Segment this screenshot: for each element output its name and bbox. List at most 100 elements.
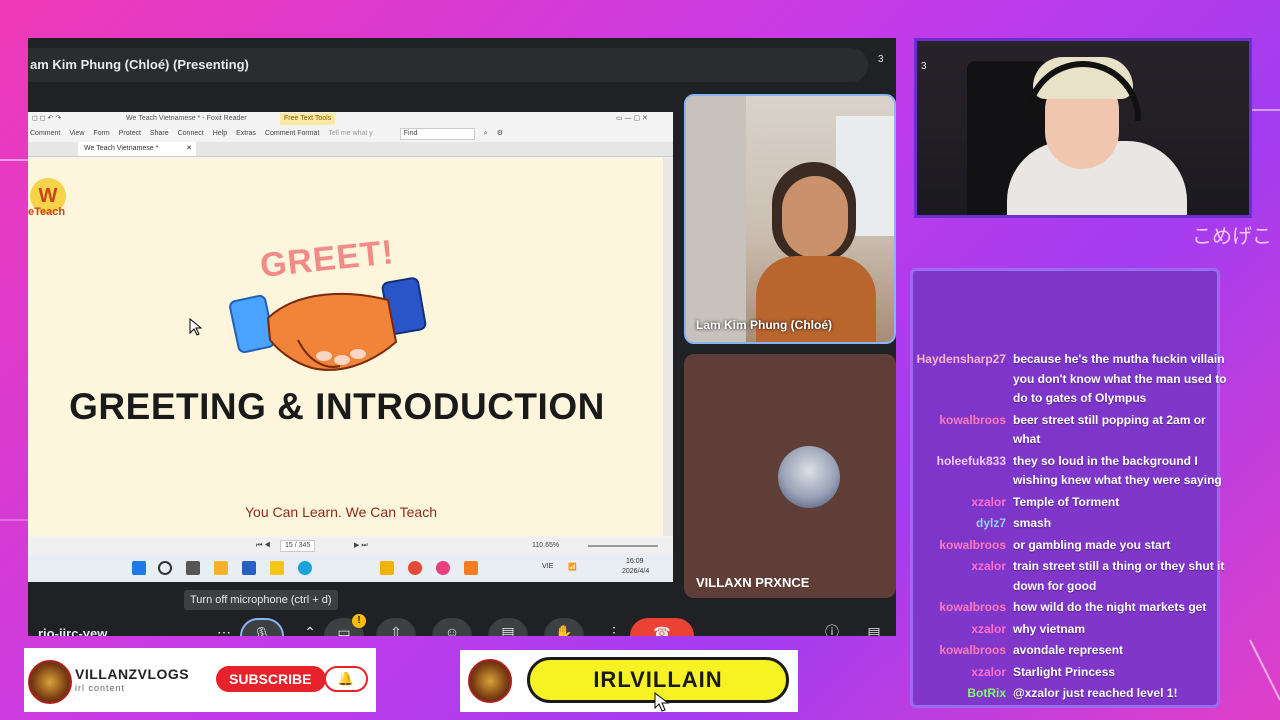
windows-taskbar: VIE 📶 16:09 2026/4/4 [28, 554, 673, 582]
raise-hand-button[interactable]: ✋ [544, 618, 584, 636]
menu-item-tell-me[interactable]: Tell me what y [328, 126, 372, 142]
info-icon[interactable]: ⓘ [812, 618, 852, 636]
taskbar-date[interactable]: 2026/4/4 [622, 568, 649, 575]
slide-title: GREETING & INTRODUCTION [69, 386, 605, 427]
chat-message: xzalor train street still a thing or they… [914, 557, 1234, 596]
foxit-statusbar: ⏮ ◀ 15 / 345 ▶ ⏭ 110.65% [28, 538, 673, 554]
microphone-button[interactable]: 🎙 [240, 618, 284, 636]
more-options-icon[interactable]: ⋮ [594, 618, 634, 636]
next-page-icon[interactable]: ▶ ⏭ [354, 538, 368, 554]
document-tab[interactable]: We Teach Vietnamese * ✕ [78, 142, 196, 156]
chat-username[interactable]: kowalbroos [914, 411, 1006, 430]
menu-item-view[interactable]: View [69, 126, 84, 142]
brand-name: VILLANZVLOGS [75, 666, 190, 682]
chat-username[interactable]: dylz7 [914, 514, 1006, 533]
wifi-icon[interactable]: 📶 [568, 563, 577, 571]
chat-icon[interactable]: ▤ [854, 618, 894, 636]
close-icon[interactable]: ✕ [186, 142, 192, 156]
captions-button[interactable]: ▤ [488, 618, 528, 636]
weteach-logo-text: eTeach [28, 206, 66, 218]
menu-item-help[interactable]: Help [213, 126, 227, 142]
chat-message: xzalor Temple of Torment [914, 493, 1234, 513]
chat-message: xzalor why vietnam [914, 620, 1234, 640]
presenting-label: am Kim Phung (Chloé) (Presenting) [30, 57, 249, 72]
chat-username[interactable]: kowalbroos [914, 598, 1006, 617]
chat-text: or gambling made you start [1013, 537, 1171, 552]
chat-username[interactable]: xzalor [914, 620, 1006, 639]
menu-item-share[interactable]: Share [150, 126, 169, 142]
menu-item-comment[interactable]: Comment [30, 126, 60, 142]
foxit-menubar: Comment View Form Protect Share Connect … [28, 126, 673, 142]
guest-tile[interactable]: VILLAXN PRXNCE [684, 354, 896, 598]
word-icon[interactable] [242, 561, 256, 575]
zoom-slider[interactable] [588, 545, 658, 547]
menu-item-extras[interactable]: Extras [236, 126, 256, 142]
search-icon[interactable] [158, 561, 172, 575]
chat-username[interactable]: BotRix [914, 684, 1006, 703]
avatar [778, 446, 840, 508]
slide: W eTeach GREET! GREETING & INTRODUCTION … [28, 158, 663, 536]
chat-text: beer street still popping at 2am or what [1013, 412, 1206, 447]
mouse-cursor-icon [654, 692, 670, 712]
meeting-code: rio-iirc-yew [38, 626, 108, 636]
window-controls[interactable]: ▭ — ▢ ✕ [616, 112, 648, 126]
subscribe-button[interactable]: SUBSCRIBE [216, 666, 326, 692]
bell-icon[interactable]: 🔔 [324, 666, 368, 692]
presenter-tile[interactable]: Lam Kim Phung (Chloé) [684, 94, 896, 344]
villain-logo [28, 660, 72, 704]
menu-item-connect[interactable]: Connect [178, 126, 204, 142]
store-icon[interactable] [214, 561, 228, 575]
chat-username[interactable]: xzalor [914, 493, 1006, 512]
prev-page-icon[interactable]: ⏮ ◀ [256, 538, 271, 554]
menu-item-form[interactable]: Form [93, 126, 109, 142]
document-tab-label: We Teach Vietnamese * [84, 145, 159, 152]
settings-icon[interactable]: ⚙ [497, 126, 503, 142]
brand-subtitle: irl content [75, 683, 126, 693]
chat-text: Starlight Princess [1013, 664, 1116, 679]
chat-username[interactable]: kowalbroos [914, 536, 1006, 555]
page-indicator[interactable]: 15 / 345 [280, 540, 316, 552]
chat-message: xzalor Starlight Princess [914, 663, 1234, 683]
slide-tagline: You Can Learn. We Can Teach [245, 504, 437, 520]
chat-username[interactable]: kowalbroos [914, 641, 1006, 660]
emoji-button[interactable]: ☺ [432, 618, 472, 636]
app-icon[interactable] [436, 561, 450, 575]
foxit-icon[interactable] [464, 561, 478, 575]
mouse-cursor-icon [189, 318, 203, 336]
present-button[interactable]: ⇧ [376, 618, 416, 636]
presenter-name: Lam Kim Phung (Chloé) [696, 318, 832, 332]
brand-banner: VILLANZVLOGS irl content SUBSCRIBE 🔔 [24, 648, 376, 712]
participant-count: 3 [878, 54, 884, 65]
chat-text: Temple of Torment [1013, 494, 1120, 509]
edge-icon[interactable] [298, 561, 312, 575]
chat-message: kowalbroos or gambling made you start [914, 536, 1234, 556]
leave-call-button[interactable]: ☎ [630, 618, 694, 636]
quick-access-icons: ◻ ◻ ↶ ↷ [32, 115, 62, 122]
handle-banner: IRLVILLAIN [460, 650, 798, 712]
find-input[interactable]: Find [399, 128, 475, 140]
slide-scrollbar[interactable] [663, 158, 673, 536]
chat-username[interactable]: holeefuk833 [914, 452, 1006, 471]
presenter-face [782, 176, 848, 258]
chat-username[interactable]: xzalor [914, 663, 1006, 682]
chrome-icon[interactable] [408, 561, 422, 575]
menu-item-comment-format[interactable]: Comment Format [265, 126, 319, 142]
language-indicator[interactable]: VIE [542, 563, 553, 570]
search-icon[interactable]: ⌕ [484, 126, 488, 142]
chat-text: because he's the mutha fuckin villain yo… [1013, 352, 1227, 405]
zoom-level[interactable]: 110.65% [532, 538, 559, 554]
folder-icon[interactable] [380, 561, 394, 575]
meet-window: am Kim Phung (Chloé) (Presenting) 3 ◻ ◻ … [28, 38, 896, 636]
chat-text: they so loud in the background I wishing… [1013, 453, 1222, 488]
chat-message: kowalbroos avondale represent [914, 641, 1234, 661]
chat-username[interactable]: Haydensharp27 [914, 350, 1006, 369]
foxit-window-title: We Teach Vietnamese * - Foxit Reader [126, 115, 247, 122]
taskbar-time[interactable]: 16:09 [626, 558, 644, 565]
chat-message: kowalbroos how wild do the night markets … [914, 598, 1234, 618]
notes-icon[interactable] [270, 561, 284, 575]
menu-item-protect[interactable]: Protect [119, 126, 141, 142]
more-dots-icon[interactable]: ⋯ [204, 618, 244, 636]
task-view-icon[interactable] [186, 561, 200, 575]
windows-start-icon[interactable] [132, 561, 146, 575]
chat-username[interactable]: xzalor [914, 557, 1006, 576]
